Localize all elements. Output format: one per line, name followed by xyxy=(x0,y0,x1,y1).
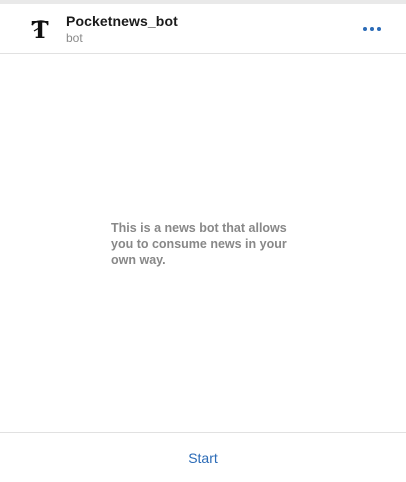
bot-avatar[interactable]: T xyxy=(26,16,54,44)
chat-footer: Start xyxy=(0,432,406,482)
nyt-logo-icon: T xyxy=(31,17,49,43)
bot-description: This is a news bot that allows you to co… xyxy=(111,221,287,267)
bot-subtitle: bot xyxy=(66,31,83,45)
more-options-button[interactable] xyxy=(358,20,386,38)
more-dots-icon xyxy=(370,27,374,31)
bot-name: Pocketnews_bot xyxy=(66,13,178,29)
more-dots-icon xyxy=(377,27,381,31)
more-dots-icon xyxy=(363,27,367,31)
chat-header: T Pocketnews_bot bot xyxy=(0,4,406,54)
start-button[interactable]: Start xyxy=(0,433,406,482)
bot-chat-window: T Pocketnews_bot bot This is a news bot … xyxy=(0,0,406,482)
